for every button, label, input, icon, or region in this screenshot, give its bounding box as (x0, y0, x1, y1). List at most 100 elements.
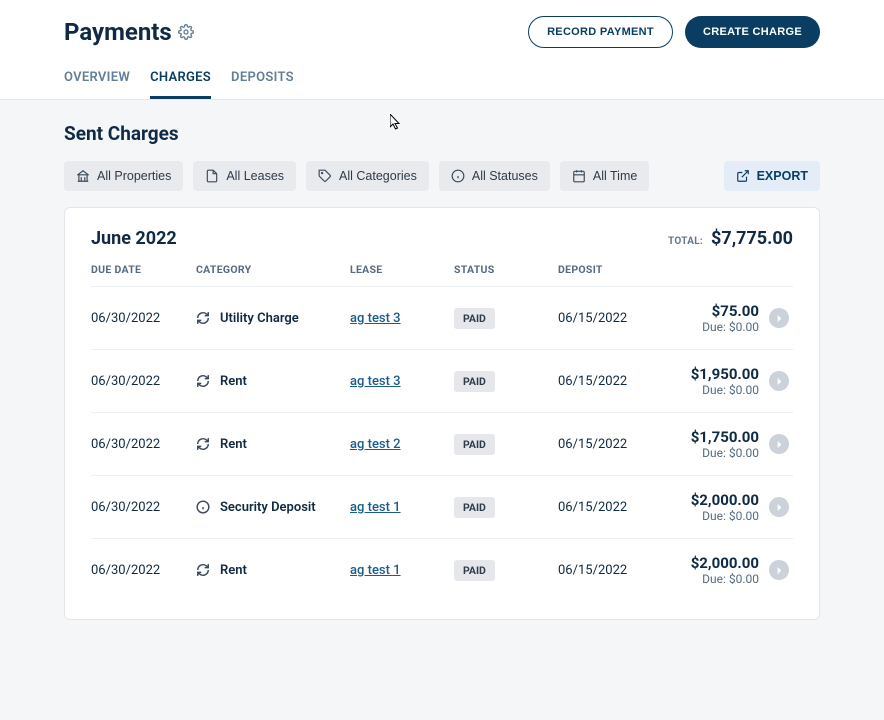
cell-due-date: 06/30/2022 (91, 437, 196, 452)
total-wrap: TOTAL: $7,775.00 (668, 228, 793, 249)
cell-status: PAID (454, 497, 558, 518)
filter-row: All Properties All Leases All Categories… (64, 161, 820, 191)
table-row: 06/30/2022 Utility Charge ag test 3 PAID 06/… (91, 286, 793, 349)
category-text: Rent (220, 437, 247, 452)
filter-properties[interactable]: All Properties (64, 161, 183, 191)
tab-charges[interactable]: CHARGES (150, 62, 211, 99)
filter-leases[interactable]: All Leases (193, 161, 296, 191)
lease-link[interactable]: ag test 3 (350, 374, 401, 389)
filter-categories[interactable]: All Categories (306, 161, 429, 191)
cell-category: Utility Charge (196, 311, 350, 326)
filter-statuses[interactable]: All Statuses (439, 161, 550, 191)
category-text: Utility Charge (220, 311, 299, 326)
cell-deposit: 06/15/2022 (558, 563, 654, 578)
filter-time-label: All Time (593, 169, 637, 183)
filter-properties-label: All Properties (97, 169, 171, 183)
col-header-deposit: DEPOSIT (558, 263, 654, 276)
lease-link[interactable]: ag test 2 (350, 437, 401, 452)
cell-lease: ag test 1 (350, 500, 454, 515)
row-expand-button[interactable] (769, 497, 789, 517)
page-title: Payments (64, 18, 194, 46)
charges-rows: 06/30/2022Utility Chargeag test 3PAID06/… (91, 286, 793, 601)
cell-due-date: 06/30/2022 (91, 374, 196, 389)
cell-amount: $1,750.00Due: $0.00 (654, 428, 769, 460)
amount-value: $1,750.00 (654, 428, 759, 446)
cell-amount: $75.00Due: $0.00 (654, 302, 769, 334)
charges-panel: June 2022 TOTAL: $7,775.00 DUE DATE CATE… (64, 207, 820, 620)
cell-category: Rent (196, 437, 350, 452)
row-expand-button[interactable] (769, 560, 789, 580)
category-text: Rent (220, 374, 247, 389)
due-value: Due: $0.00 (654, 509, 759, 523)
due-value: Due: $0.00 (654, 320, 759, 334)
month-label: June 2022 (91, 228, 177, 249)
page-title-text: Payments (64, 18, 172, 46)
filter-statuses-label: All Statuses (472, 169, 538, 183)
cell-deposit: 06/15/2022 (558, 374, 654, 389)
status-badge: PAID (454, 434, 495, 455)
lease-link[interactable]: ag test 1 (350, 563, 401, 578)
recurring-icon (196, 563, 210, 577)
tab-deposits[interactable]: DEPOSITS (231, 62, 294, 99)
gear-icon[interactable] (178, 24, 194, 40)
cell-status: PAID (454, 371, 558, 392)
col-header-status: STATUS (454, 263, 558, 276)
category-text: Rent (220, 563, 247, 578)
document-icon (205, 169, 219, 183)
amount-value: $1,950.00 (654, 365, 759, 383)
cell-deposit: 06/15/2022 (558, 311, 654, 326)
status-badge: PAID (454, 497, 495, 518)
filter-categories-label: All Categories (339, 169, 417, 183)
cell-status: PAID (454, 434, 558, 455)
status-badge: PAID (454, 371, 495, 392)
record-payment-button[interactable]: RECORD PAYMENT (528, 16, 673, 48)
status-badge: PAID (454, 308, 495, 329)
lease-link[interactable]: ag test 1 (350, 500, 401, 515)
cell-lease: ag test 2 (350, 437, 454, 452)
total-amount: $7,775.00 (711, 228, 793, 249)
col-header-lease: LEASE (350, 263, 454, 276)
info-icon (451, 169, 465, 183)
header-bar: Payments RECORD PAYMENT CREATE CHARGE OV… (0, 0, 884, 100)
due-value: Due: $0.00 (654, 383, 759, 397)
status-badge: PAID (454, 560, 495, 581)
cell-status: PAID (454, 308, 558, 329)
filter-time[interactable]: All Time (560, 161, 649, 191)
cell-lease: ag test 3 (350, 311, 454, 326)
tab-overview[interactable]: OVERVIEW (64, 62, 130, 99)
row-expand-button[interactable] (769, 371, 789, 391)
amount-value: $75.00 (654, 302, 759, 320)
total-label: TOTAL: (668, 236, 703, 247)
export-icon (736, 169, 750, 183)
table-row: 06/30/2022Rentag test 2PAID06/15/2022$1,… (91, 412, 793, 475)
section-title: Sent Charges (64, 122, 820, 145)
tag-icon (318, 169, 332, 183)
table-row: 06/30/2022 Rent ag test 1 PAID 06/15/2022$2,… (91, 538, 793, 601)
cell-due-date: 06/30/2022 (91, 311, 196, 326)
lease-link[interactable]: ag test 3 (350, 311, 401, 326)
cell-amount: $2,000.00Due: $0.00 (654, 554, 769, 586)
create-charge-button[interactable]: CREATE CHARGE (685, 16, 820, 48)
row-expand-button[interactable] (769, 434, 789, 454)
column-headers: DUE DATE CATEGORY LEASE STATUS DEPOSIT (91, 263, 793, 286)
cell-due-date: 06/30/2022 (91, 500, 196, 515)
cell-deposit: 06/15/2022 (558, 500, 654, 515)
table-row: 06/30/2022Security Depositag test 1 PAID 0… (91, 475, 793, 538)
cell-category: Rent (196, 563, 350, 578)
cell-amount: $2,000.00Due: $0.00 (654, 491, 769, 523)
export-button[interactable]: EXPORT (724, 161, 820, 191)
cell-status: PAID (454, 560, 558, 581)
cell-category: Security Deposit (196, 500, 350, 515)
info-circle-icon (196, 500, 210, 514)
content-area: Sent Charges All Properties All Leases A… (0, 100, 884, 642)
col-header-category: CATEGORY (196, 263, 350, 276)
row-expand-button[interactable] (769, 308, 789, 328)
bank-icon (76, 169, 90, 183)
recurring-icon (196, 311, 210, 325)
due-value: Due: $0.00 (654, 572, 759, 586)
recurring-icon (196, 374, 210, 388)
table-row: 06/30/2022 Rent ag test 3 PAID 06/15/2022$1,… (91, 349, 793, 412)
due-value: Due: $0.00 (654, 446, 759, 460)
cell-due-date: 06/30/2022 (91, 563, 196, 578)
recurring-icon (196, 437, 210, 451)
